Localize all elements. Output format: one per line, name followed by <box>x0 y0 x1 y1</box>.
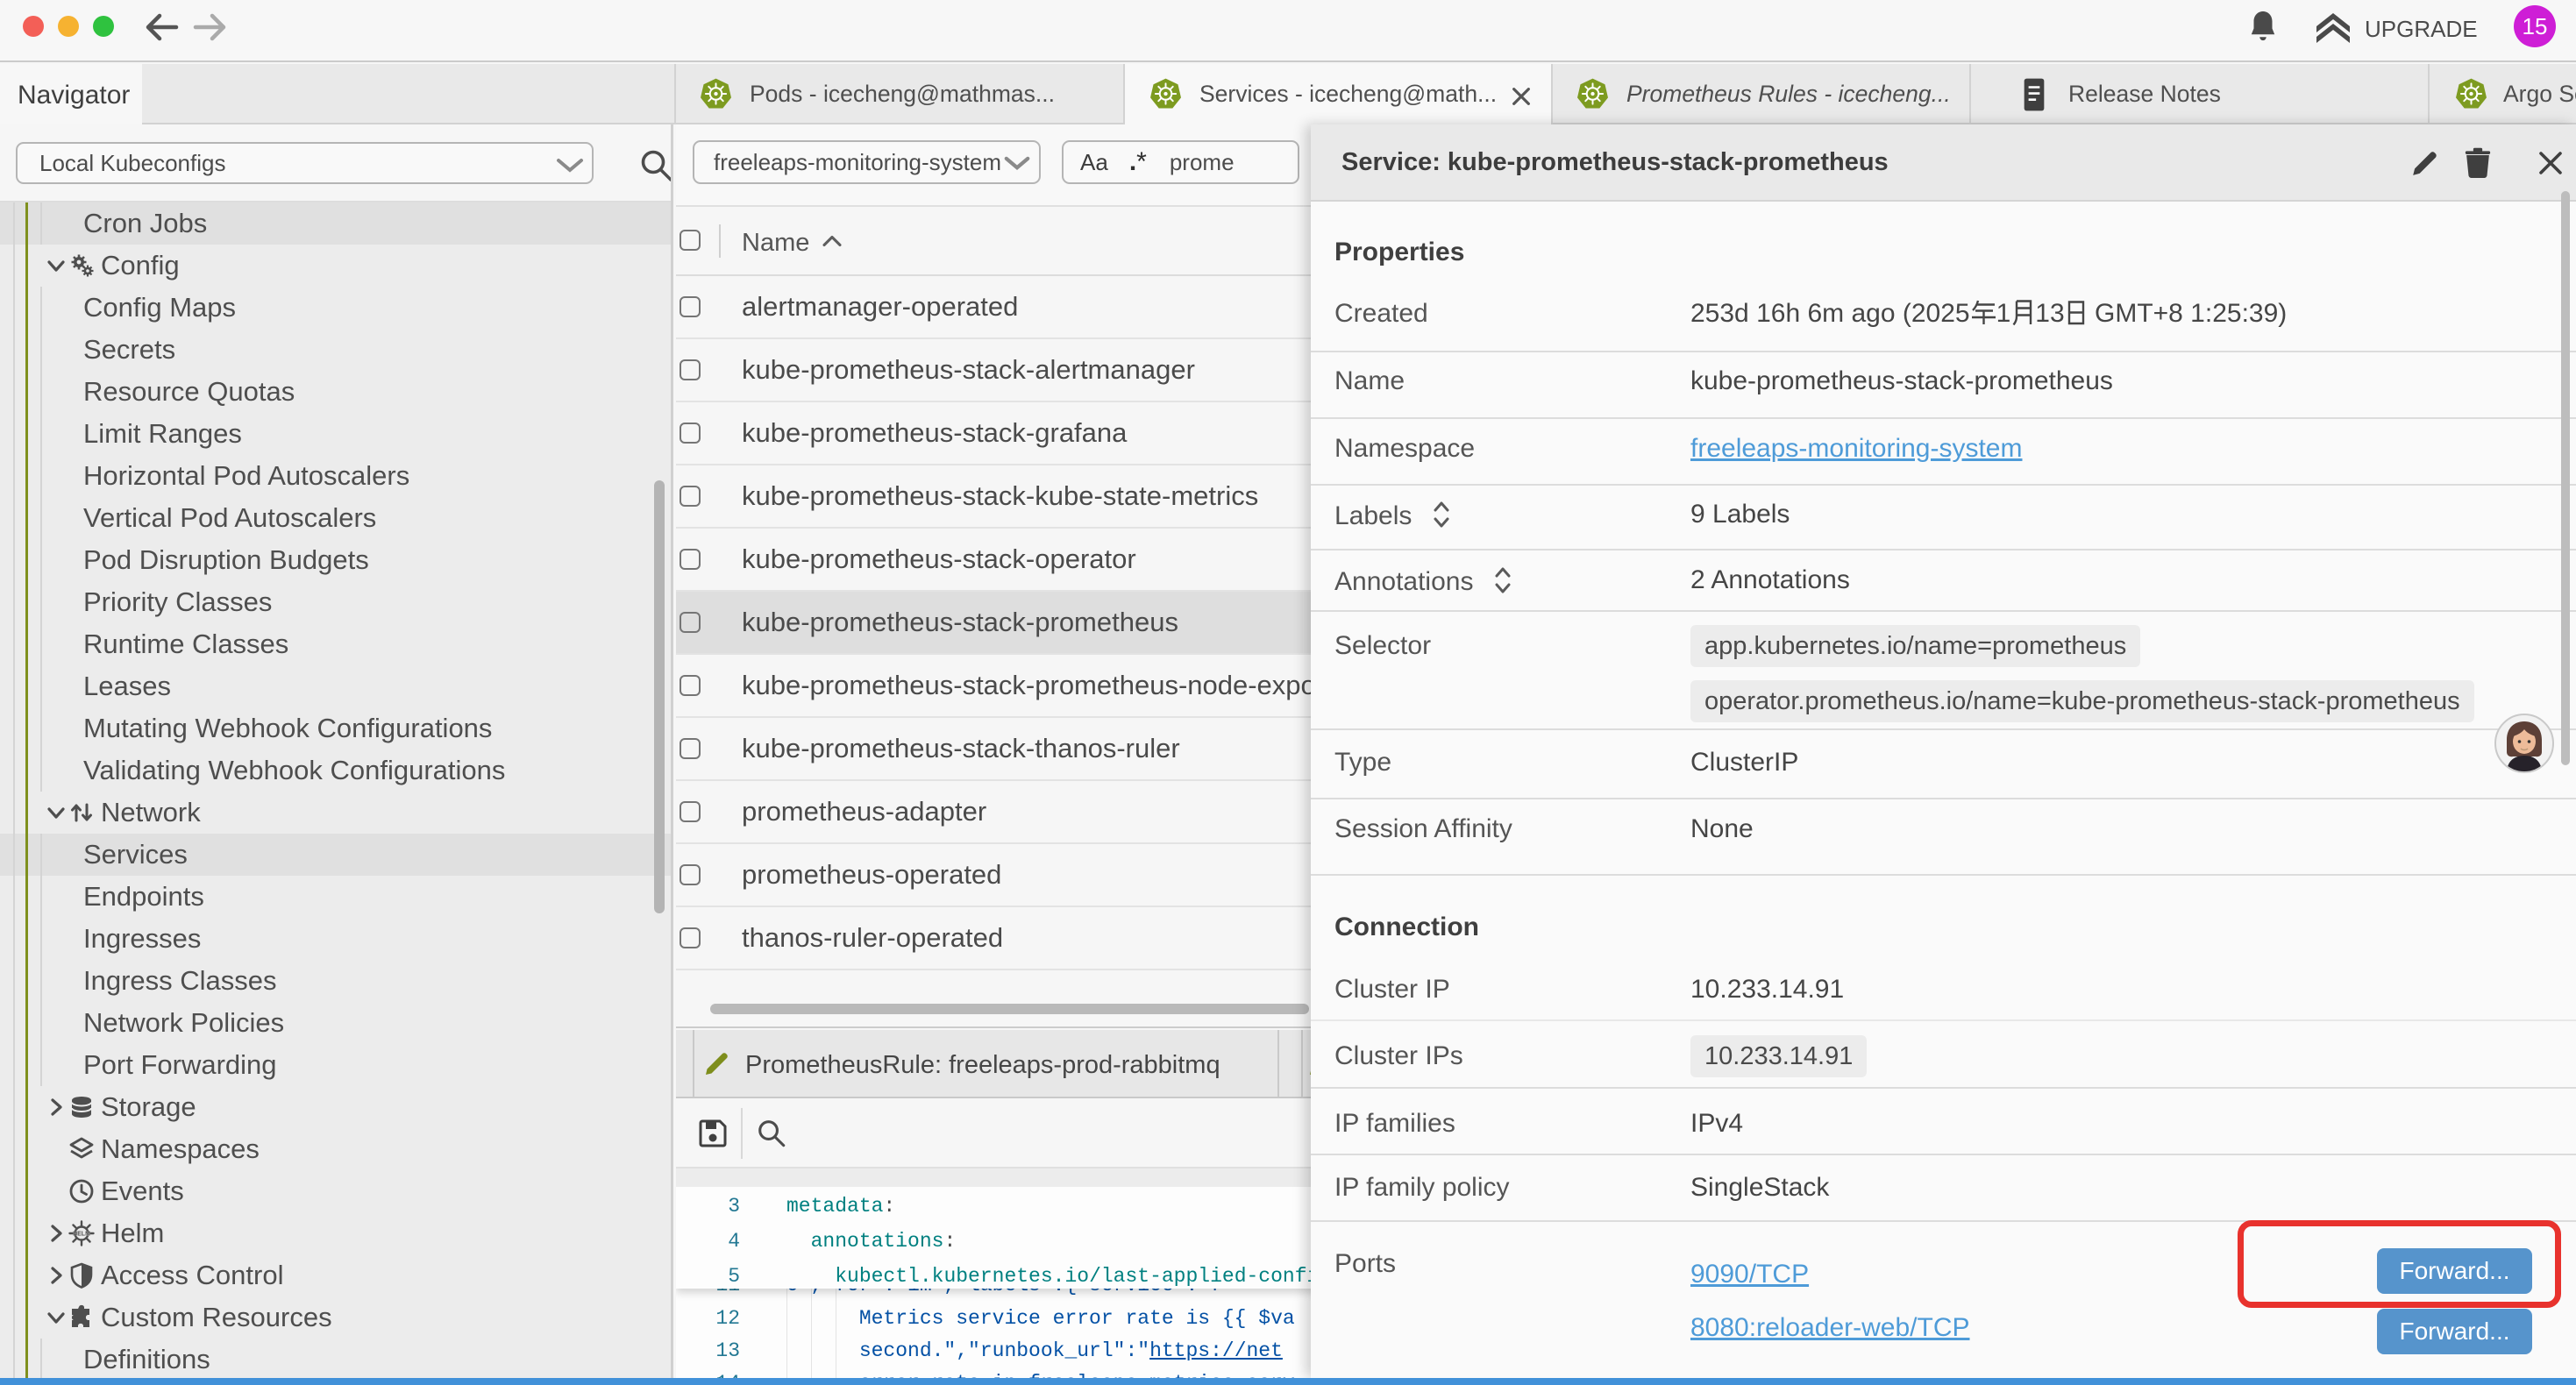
svg-text:HELM: HELM <box>73 1232 90 1238</box>
